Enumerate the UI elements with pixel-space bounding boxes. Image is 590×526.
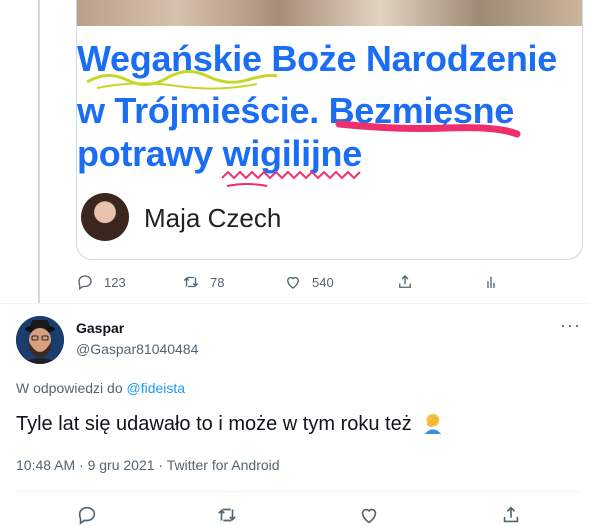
reply-count: 123	[104, 274, 126, 290]
timestamp[interactable]: 10:48 AM · 9 gru 2021 ·	[16, 457, 167, 473]
card-image-strip	[77, 0, 582, 26]
like-button[interactable]	[358, 504, 380, 526]
analytics-button[interactable]	[482, 273, 500, 291]
tweet-action-bar	[0, 504, 590, 525]
share-button[interactable]	[500, 504, 522, 526]
avatar-image	[16, 316, 64, 364]
heart-icon	[361, 508, 377, 524]
card-headline: Wegańskie Boże Narodzenie w Trójmieście.…	[77, 38, 582, 178]
tweet-body: Tyle lat się udawało to i może w tym rok…	[16, 413, 412, 435]
reply-button[interactable]: 123	[76, 273, 126, 291]
retweet-icon	[218, 508, 236, 522]
retweet-button[interactable]: 78	[182, 273, 224, 291]
headline-line-1: Wegańskie Boże Narodzenie	[77, 38, 557, 79]
share-icon	[399, 275, 411, 288]
headline-line-3: potrawy wigilijne	[77, 133, 362, 174]
tweet-metadata: 10:48 AM · 9 gru 2021 · Twitter for Andr…	[16, 457, 280, 473]
retweet-icon	[183, 276, 199, 288]
like-count: 540	[312, 274, 334, 290]
share-button[interactable]	[396, 273, 414, 291]
retweet-button[interactable]	[216, 504, 238, 526]
display-name[interactable]: Gaspar	[76, 320, 124, 336]
share-icon	[503, 506, 519, 523]
retweet-count: 78	[210, 274, 225, 290]
reply-icon	[78, 506, 96, 525]
author-avatar	[81, 193, 129, 241]
analytics-icon	[487, 276, 495, 288]
tweet-text: Tyle lat się udawało to i może w tym rok…	[16, 412, 443, 440]
reply-context: W odpowiedzi do @fideista	[16, 380, 185, 396]
more-options-button[interactable]: ···	[560, 316, 584, 336]
link-preview-card[interactable]: Wegańskie Boże Narodzenie w Trójmieście.…	[76, 0, 583, 260]
facepalm-emoji	[421, 412, 443, 440]
headline-line-2: w Trójmieście. Bezmięsne	[77, 90, 514, 131]
like-button[interactable]: 540	[284, 273, 334, 291]
user-handle[interactable]: @Gaspar81040484	[76, 341, 198, 357]
divider	[16, 491, 580, 492]
divider	[0, 303, 590, 304]
author-name: Maja Czech	[144, 203, 282, 233]
reply-prefix: W odpowiedzi do	[16, 380, 123, 396]
heart-icon	[287, 276, 299, 289]
reply-to-link[interactable]: @fideista	[127, 380, 186, 396]
parent-action-bar: 123 78 540	[76, 273, 506, 293]
avatar[interactable]	[16, 316, 64, 364]
source-app: Twitter for Android	[166, 457, 280, 473]
reply-button[interactable]	[76, 504, 98, 526]
reply-icon	[78, 275, 92, 291]
thread-connector-line	[38, 0, 40, 303]
